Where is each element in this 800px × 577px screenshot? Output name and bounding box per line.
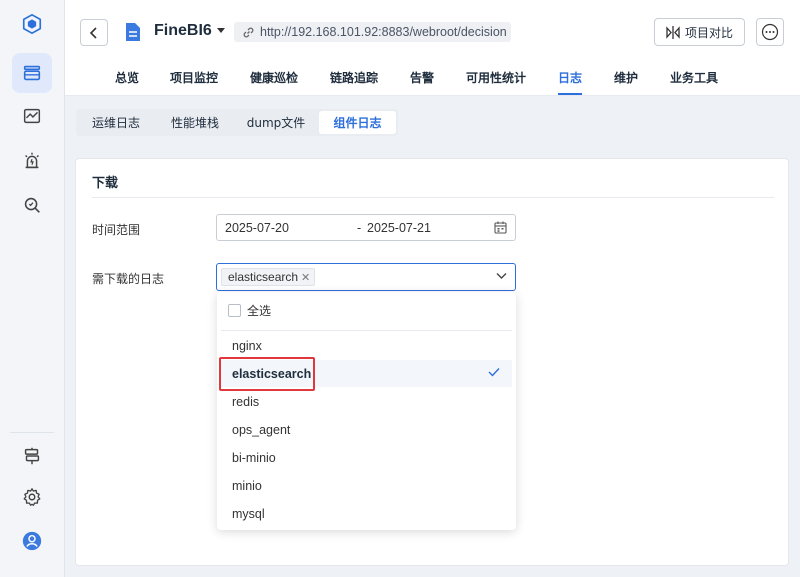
document-icon <box>126 23 140 41</box>
log-dropdown: 全选 nginx elasticsearch redis ops_agent b… <box>217 292 516 530</box>
tab-availability[interactable]: 可用性统计 <box>466 69 526 86</box>
date-end[interactable]: 2025-07-21 <box>367 221 431 235</box>
more-button[interactable] <box>756 18 784 46</box>
compare-button[interactable]: 项目对比 <box>654 18 745 46</box>
cube-logo-icon[interactable] <box>12 4 52 44</box>
sub-tabs: 运维日志 性能堆栈 dump文件 组件日志 <box>76 109 398 136</box>
option-redis[interactable]: redis <box>220 388 512 415</box>
sidebar <box>0 0 65 577</box>
search-shield-icon[interactable] <box>12 185 52 225</box>
option-mysql[interactable]: mysql <box>220 500 512 527</box>
option-bi-minio[interactable]: bi-minio <box>220 444 512 471</box>
tab-business-tools[interactable]: 业务工具 <box>670 69 718 86</box>
select-all-option[interactable]: 全选 <box>217 292 516 328</box>
chevron-down-icon[interactable] <box>496 272 507 280</box>
link-icon <box>243 27 254 37</box>
app-name[interactable]: FineBI6 <box>154 22 212 40</box>
option-elasticsearch[interactable]: elasticsearch <box>220 360 512 387</box>
date-start[interactable]: 2025-07-20 <box>225 221 289 235</box>
option-elasticsearch-label: elasticsearch <box>232 366 312 381</box>
main-tabs: 总览 项目监控 健康巡检 链路追踪 告警 可用性统计 日志 维护 业务工具 <box>65 60 800 96</box>
date-range-picker[interactable]: 2025-07-20 - 2025-07-21 <box>216 214 516 241</box>
sidebar-divider <box>10 432 54 433</box>
active-tab-underline <box>558 93 582 95</box>
dropdown-divider <box>221 330 512 331</box>
monitor-chart-icon[interactable] <box>12 96 52 136</box>
tab-maintenance[interactable]: 维护 <box>614 69 638 86</box>
user-avatar-icon[interactable] <box>12 521 52 561</box>
option-minio[interactable]: minio <box>220 472 512 499</box>
tab-alert[interactable]: 告警 <box>410 69 434 86</box>
back-button[interactable] <box>80 19 108 46</box>
url-text: http://192.168.101.92:8883/webroot/decis… <box>260 25 507 39</box>
layers-icon[interactable] <box>12 53 52 93</box>
subtab-dump-file[interactable]: dump文件 <box>236 111 316 134</box>
url-box[interactable]: http://192.168.101.92:8883/webroot/decis… <box>234 22 511 42</box>
time-range-label: 时间范围 <box>92 223 141 237</box>
selected-tag-label: elasticsearch <box>228 270 299 284</box>
tag-close-icon[interactable]: ✕ <box>301 271 310 284</box>
card-title: 下载 <box>92 176 119 191</box>
subtab-ops-log[interactable]: 运维日志 <box>78 111 154 134</box>
signpost-icon[interactable] <box>12 436 52 476</box>
checkmark-icon <box>488 368 500 377</box>
subtab-perf-stack[interactable]: 性能堆栈 <box>156 111 234 134</box>
option-nginx[interactable]: nginx <box>220 332 512 359</box>
tab-overview[interactable]: 总览 <box>115 69 139 86</box>
option-ops-agent[interactable]: ops_agent <box>220 416 512 443</box>
date-separator: - <box>357 221 362 235</box>
card-divider <box>92 197 774 198</box>
calendar-icon[interactable] <box>494 221 507 234</box>
select-all-checkbox[interactable] <box>228 303 241 317</box>
header: FineBI6 http://192.168.101.92:8883/webro… <box>65 0 800 96</box>
tab-trace[interactable]: 链路追踪 <box>330 69 378 86</box>
alarm-icon[interactable] <box>12 141 52 181</box>
selected-tag: elasticsearch ✕ <box>221 268 316 286</box>
gear-icon[interactable] <box>12 477 52 517</box>
subtab-component-log[interactable]: 组件日志 <box>319 111 396 134</box>
logs-to-download-label: 需下载的日志 <box>92 272 165 286</box>
chevron-left-icon <box>89 26 97 39</box>
log-select[interactable]: elasticsearch ✕ <box>216 263 516 291</box>
more-icon <box>761 23 779 41</box>
select-all-label: 全选 <box>247 303 272 318</box>
compare-label: 项目对比 <box>684 25 733 40</box>
caret-down-icon[interactable] <box>216 27 226 34</box>
tab-health-check[interactable]: 健康巡检 <box>250 69 298 86</box>
tab-project-monitor[interactable]: 项目监控 <box>170 69 218 86</box>
compare-icon <box>666 25 680 39</box>
tab-logs[interactable]: 日志 <box>558 69 582 86</box>
